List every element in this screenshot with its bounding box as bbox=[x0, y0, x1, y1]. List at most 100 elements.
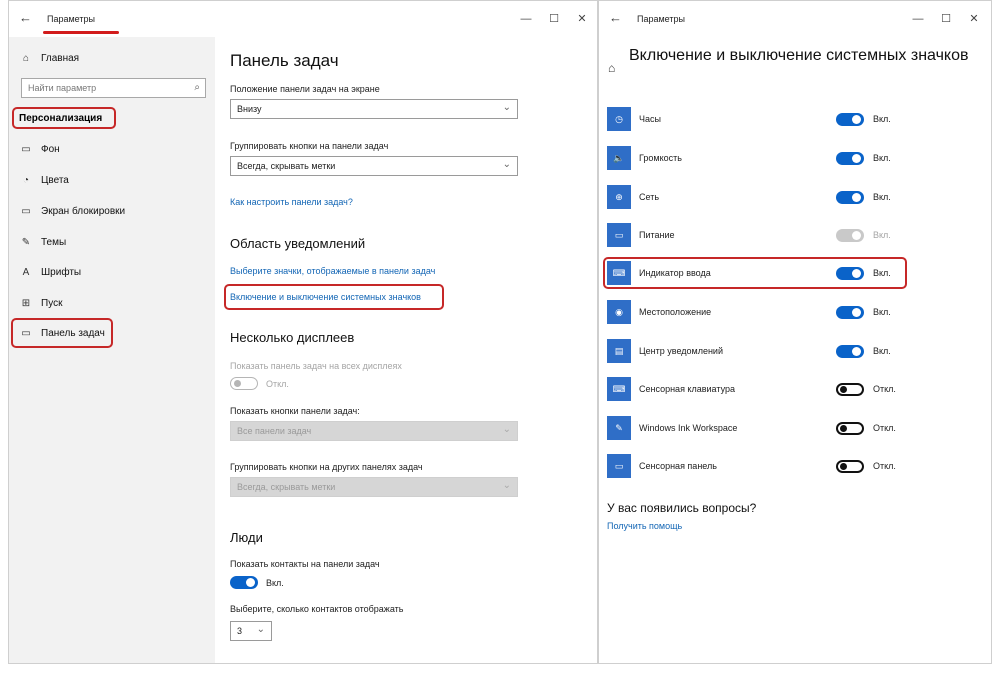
notification-center-icon: ▤ bbox=[607, 339, 631, 363]
sidebar: ⌂ Главная Найти параметр ⌕ Персонализаци… bbox=[9, 37, 215, 663]
minimize-button[interactable]: — bbox=[519, 12, 533, 26]
windows-ink-toggle[interactable] bbox=[836, 422, 864, 435]
row-label: Сенсорная клавиатура bbox=[639, 384, 735, 394]
network-icon: ⊕ bbox=[607, 185, 631, 209]
toggle-state-label: Откл. bbox=[873, 423, 896, 433]
volume-toggle[interactable] bbox=[836, 152, 864, 165]
sidebar-item-background[interactable]: ▭ Фон bbox=[19, 138, 60, 160]
battery-icon: ▭ bbox=[607, 223, 631, 247]
network-toggle[interactable] bbox=[836, 191, 864, 204]
clock-toggle[interactable] bbox=[836, 113, 864, 126]
get-help-link[interactable]: Получить помощь bbox=[607, 521, 682, 531]
location-toggle[interactable] bbox=[836, 306, 864, 319]
sidebar-item-colors[interactable]: ◔ Цвета bbox=[19, 169, 69, 191]
position-label: Положение панели задач на экране bbox=[230, 84, 380, 94]
search-placeholder: Найти параметр bbox=[28, 83, 97, 93]
group-other-label: Группировать кнопки на других панелях за… bbox=[230, 462, 423, 472]
main-content: Панель задач Положение панели задач на э… bbox=[215, 37, 597, 663]
chevron-down-icon: ⌄ bbox=[502, 424, 511, 435]
chevron-down-icon: ⌄ bbox=[502, 159, 511, 170]
select-icons-link[interactable]: Выберите значки, отображаемые в панели з… bbox=[230, 266, 435, 276]
maximize-button[interactable]: ☐ bbox=[939, 12, 953, 26]
list-item-location: ◉ Местоположение Вкл. bbox=[607, 300, 907, 326]
close-button[interactable]: ✕ bbox=[967, 12, 981, 26]
all-displays-toggle[interactable] bbox=[230, 377, 258, 390]
group-buttons-select[interactable]: Всегда, скрывать метки ⌄ bbox=[230, 156, 518, 176]
sidebar-item-start[interactable]: ⊞ Пуск bbox=[19, 292, 63, 314]
row-label: Громкость bbox=[639, 153, 682, 163]
how-to-customize-link[interactable]: Как настроить панели задач? bbox=[230, 197, 353, 207]
select-value: Внизу bbox=[237, 104, 262, 114]
multiple-displays-heading: Несколько дисплеев bbox=[230, 330, 355, 345]
start-icon: ⊞ bbox=[21, 297, 31, 309]
group-other-select[interactable]: Всегда, скрывать метки ⌄ bbox=[230, 477, 518, 497]
pen-icon: ✎ bbox=[607, 416, 631, 440]
contacts-count-select[interactable]: 3 ⌄ bbox=[230, 621, 272, 641]
highlight-taskbar bbox=[11, 318, 113, 348]
title-bar: ← Параметры — ☐ ✕ bbox=[599, 1, 991, 37]
toggle-state-label: Вкл. bbox=[873, 346, 891, 356]
sidebar-item-fonts[interactable]: A Шрифты bbox=[19, 261, 81, 283]
row-label: Центр уведомлений bbox=[639, 346, 723, 356]
sidebar-item-lockscreen[interactable]: ▭ Экран блокировки bbox=[19, 200, 125, 222]
taskbar-position-select[interactable]: Внизу ⌄ bbox=[230, 99, 518, 119]
show-buttons-label: Показать кнопки панели задач: bbox=[230, 406, 360, 416]
list-item-power: ▭ Питание Вкл. bbox=[607, 223, 907, 249]
chevron-down-icon: ⌄ bbox=[502, 480, 511, 491]
row-label: Питание bbox=[639, 230, 675, 240]
contacts-count-label: Выберите, сколько контактов отображать bbox=[230, 604, 404, 614]
show-buttons-select[interactable]: Все панели задач ⌄ bbox=[230, 421, 518, 441]
maximize-button[interactable]: ☐ bbox=[547, 12, 561, 26]
clock-icon: ◷ bbox=[607, 107, 631, 131]
select-value: Все панели задач bbox=[237, 426, 312, 436]
sidebar-item-home[interactable]: ⌂ Главная bbox=[19, 47, 79, 69]
highlight-personalization bbox=[12, 107, 116, 129]
list-item-action-center: ▤ Центр уведомлений Вкл. bbox=[607, 339, 907, 365]
row-label: Сеть bbox=[639, 192, 660, 202]
toggle-state-label: Вкл. bbox=[873, 153, 891, 163]
close-button[interactable]: ✕ bbox=[575, 12, 589, 26]
toggle-state-label: Вкл. bbox=[873, 114, 891, 124]
row-label: Сенсорная панель bbox=[639, 461, 717, 471]
settings-window-taskbar: ← Параметры — ☐ ✕ ⌂ Главная Найти параме… bbox=[8, 0, 598, 664]
toggle-state-label: Откл. bbox=[266, 379, 289, 389]
show-contacts-toggle[interactable] bbox=[230, 576, 258, 589]
lockscreen-icon: ▭ bbox=[21, 205, 31, 217]
back-arrow-icon[interactable]: ← bbox=[19, 11, 32, 25]
row-label: Windows Ink Workspace bbox=[639, 423, 738, 433]
show-contacts-label: Показать контакты на панели задач bbox=[230, 559, 380, 569]
select-value: 3 bbox=[237, 626, 243, 636]
touchpad-toggle[interactable] bbox=[836, 460, 864, 473]
touch-keyboard-icon: ⌨ bbox=[607, 377, 631, 401]
sidebar-item-themes[interactable]: ✎ Темы bbox=[19, 231, 66, 253]
window-title: Параметры bbox=[637, 14, 685, 24]
title-bar: ← Параметры — ☐ ✕ bbox=[9, 1, 597, 37]
back-arrow-icon[interactable]: ← bbox=[609, 11, 622, 25]
location-icon: ◉ bbox=[607, 300, 631, 324]
select-value: Всегда, скрывать метки bbox=[237, 161, 336, 171]
sidebar-item-label: Цвета bbox=[41, 174, 69, 186]
list-item-touchpad: ▭ Сенсорная панель Откл. bbox=[607, 454, 907, 480]
search-input[interactable]: Найти параметр ⌕ bbox=[21, 78, 206, 98]
touch-keyboard-toggle[interactable] bbox=[836, 383, 864, 396]
list-item-touch-keyboard: ⌨ Сенсорная клавиатура Откл. bbox=[607, 377, 907, 403]
minimize-button[interactable]: — bbox=[911, 12, 925, 26]
sidebar-item-label: Темы bbox=[41, 236, 67, 248]
toggle-state-label: Вкл. bbox=[873, 230, 891, 240]
power-toggle[interactable] bbox=[836, 229, 864, 242]
notification-area-heading: Область уведомлений bbox=[230, 236, 366, 251]
brush-icon: ✎ bbox=[21, 236, 31, 248]
toggle-state-label: Вкл. bbox=[266, 578, 284, 588]
help-heading: У вас появились вопросы? bbox=[607, 501, 757, 515]
list-item-volume: 🔈 Громкость Вкл. bbox=[607, 146, 907, 172]
sidebar-item-label: Фон bbox=[41, 143, 60, 155]
home-icon[interactable]: ⌂ bbox=[608, 61, 615, 75]
show-on-all-displays-label: Показать панель задач на всех дисплеях bbox=[230, 361, 402, 371]
sidebar-item-label: Пуск bbox=[41, 297, 63, 309]
palette-icon: ◔ bbox=[22, 174, 30, 186]
action-center-toggle[interactable] bbox=[836, 345, 864, 358]
sidebar-item-label: Экран блокировки bbox=[41, 205, 126, 217]
highlight-input-indicator bbox=[603, 257, 907, 289]
settings-window-system-icons: ← Параметры — ☐ ✕ ⌂ Включение и выключен… bbox=[598, 0, 992, 664]
search-icon[interactable]: ⌕ bbox=[194, 82, 200, 93]
